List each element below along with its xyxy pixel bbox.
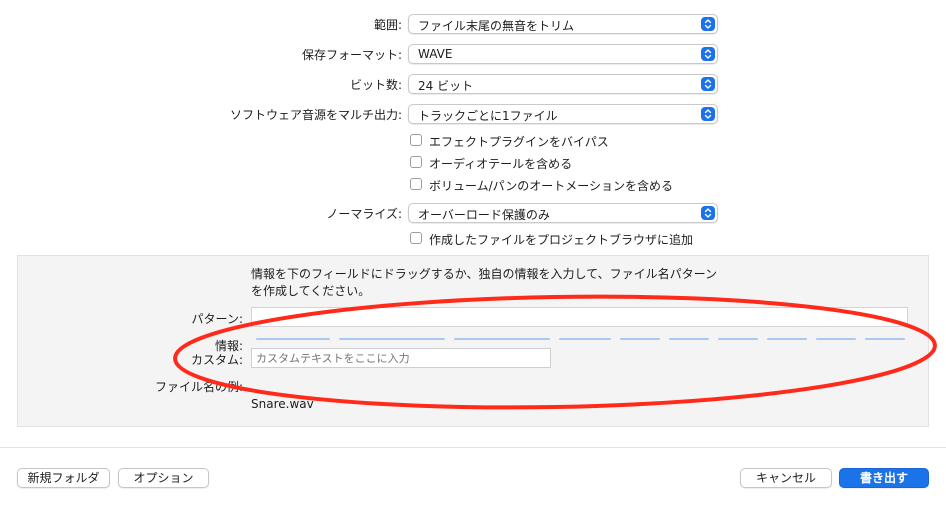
multi-output-popup[interactable]: トラックごとに1ファイル: [408, 104, 718, 124]
add-to-browser-label: 作成したファイルをプロジェクトブラウザに追加: [429, 233, 694, 247]
updown-chevron-icon: [701, 77, 715, 91]
custom-label: カスタム:: [190, 353, 243, 367]
info-token[interactable]: [669, 338, 709, 340]
audio-tail-checkbox[interactable]: [410, 156, 422, 168]
bit-depth-label: ビット数:: [349, 78, 402, 92]
footer-divider: [0, 447, 946, 448]
info-token[interactable]: [339, 338, 445, 340]
volume-pan-checkbox[interactable]: [410, 178, 422, 190]
range-popup[interactable]: ファイル末尾の無音をトリム: [408, 14, 718, 34]
info-token[interactable]: [454, 338, 550, 340]
bypass-effects-checkbox[interactable]: [410, 134, 422, 146]
info-token[interactable]: [718, 338, 758, 340]
options-button[interactable]: オプション: [118, 468, 209, 488]
pattern-field[interactable]: [251, 307, 908, 327]
example-label: ファイル名の例:: [154, 380, 243, 394]
info-token[interactable]: [767, 338, 807, 340]
example-filename: Snare.wav: [251, 397, 314, 411]
info-token[interactable]: [620, 338, 660, 340]
pattern-label: パターン:: [191, 312, 243, 326]
audio-tail-label: オーディオテールを含める: [429, 157, 573, 171]
normalize-popup[interactable]: オーバーロード保護のみ: [408, 203, 718, 223]
naming-description-line1: 情報を下のフィールドにドラッグするか、独自の情報を入力して、ファイル名パターン: [251, 267, 717, 281]
range-value: ファイル末尾の無音をトリム: [418, 19, 575, 33]
naming-description-line2: を作成してください。: [251, 284, 371, 298]
normalize-value: オーバーロード保護のみ: [418, 208, 550, 222]
multi-output-label: ソフトウェア音源をマルチ出力:: [229, 108, 402, 122]
bypass-effects-label: エフェクトプラグインをバイパス: [429, 135, 609, 149]
multi-output-value: トラックごとに1ファイル: [418, 109, 558, 123]
format-popup[interactable]: WAVE: [408, 44, 718, 64]
volume-pan-label: ボリューム/パンのオートメーションを含める: [429, 179, 674, 193]
new-folder-button[interactable]: 新規フォルダ: [17, 468, 110, 488]
bit-depth-popup[interactable]: 24 ビット: [408, 74, 718, 94]
bit-depth-value: 24 ビット: [418, 79, 474, 93]
format-label: 保存フォーマット:: [301, 48, 402, 62]
info-token[interactable]: [559, 338, 611, 340]
updown-chevron-icon: [701, 47, 715, 61]
updown-chevron-icon: [701, 206, 715, 220]
info-token[interactable]: [865, 338, 905, 340]
custom-text-input[interactable]: [251, 348, 551, 368]
updown-chevron-icon: [701, 17, 715, 31]
range-label: 範囲:: [373, 18, 402, 32]
normalize-label: ノーマライズ:: [326, 207, 402, 221]
export-button[interactable]: 書き出す: [839, 468, 929, 488]
updown-chevron-icon: [701, 107, 715, 121]
cancel-button[interactable]: キャンセル: [740, 468, 832, 488]
add-to-browser-checkbox[interactable]: [410, 232, 422, 244]
info-token[interactable]: [816, 338, 856, 340]
format-value: WAVE: [418, 47, 453, 61]
info-token[interactable]: [256, 338, 330, 340]
